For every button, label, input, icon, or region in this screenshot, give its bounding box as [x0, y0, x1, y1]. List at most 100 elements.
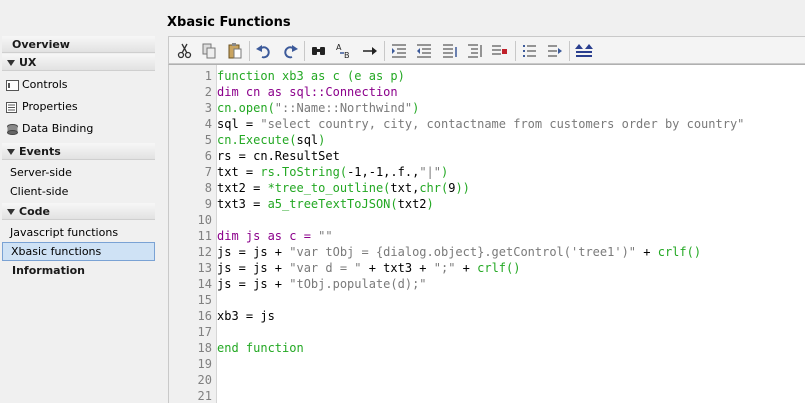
line-number: 10	[197, 213, 212, 227]
paste-icon[interactable]	[225, 41, 245, 61]
line-number: 5	[204, 133, 212, 147]
code-token: a5_treeTextToJSON(	[267, 197, 398, 211]
code-line[interactable]: dim cn as sql::Connection	[217, 84, 398, 100]
code-editor[interactable]: 1 2 3 4 5 6 7 8 9 10 11 12 13 14 15 16 17 18 19 20 21 functi…	[168, 64, 805, 403]
outdent-icon[interactable]	[414, 41, 434, 61]
line-number: 2	[204, 85, 212, 99]
code-token: js = js +	[217, 245, 290, 259]
bookmark-icon[interactable]	[489, 41, 509, 61]
code-token: ";"	[433, 261, 456, 275]
code-token: ))	[455, 181, 470, 195]
line-number: 21	[197, 389, 212, 403]
code-line[interactable]: js = js + "tObj.populate(d);"	[217, 276, 427, 292]
code-token: txt3 =	[217, 197, 268, 211]
code-line[interactable]: xb3 = js	[217, 308, 275, 324]
collapse-triangle-icon	[7, 208, 15, 215]
sidebar-item-data-binding[interactable]: Data Binding	[2, 120, 155, 138]
svg-text:B: B	[344, 51, 350, 60]
toolbar-separator	[304, 41, 305, 61]
sidebar-item-javascript-functions[interactable]: Javascript functions	[2, 224, 155, 242]
code-token: dim js as c =	[217, 229, 319, 243]
line-number: 16	[197, 309, 212, 323]
sidebar-item-label: Client-side	[10, 185, 69, 198]
cut-icon[interactable]	[175, 41, 195, 61]
sidebar-item-label: Controls	[22, 78, 68, 91]
sidebar-section-events[interactable]: Events	[2, 143, 155, 160]
sidebar-item-properties[interactable]: Properties	[2, 98, 155, 116]
code-token: )	[318, 133, 326, 147]
sidebar-section-information[interactable]: Information	[2, 262, 155, 279]
toolbar-separator	[515, 41, 516, 61]
code-token: sql	[296, 133, 319, 147]
sidebar-item-xbasic-functions[interactable]: Xbasic functions	[2, 242, 155, 261]
code-token: )	[441, 165, 449, 179]
properties-icon	[6, 101, 17, 113]
undo-icon[interactable]	[254, 41, 274, 61]
numbered-list-icon[interactable]	[545, 41, 565, 61]
replace-icon[interactable]: AB	[334, 41, 354, 61]
bullet-list-icon[interactable]	[520, 41, 540, 61]
sidebar-section-label: Events	[19, 145, 61, 158]
code-line[interactable]: txt = rs.ToString(-1,-1,.f.,"|")	[217, 164, 448, 180]
code-line[interactable]: cn.Execute(sql)	[217, 132, 325, 148]
line-number: 12	[197, 245, 212, 259]
code-token: + txt3 +	[361, 261, 434, 275]
code-line[interactable]: js = js + "var d = " + txt3 + ";" + crlf…	[217, 260, 520, 276]
line-number: 3	[204, 101, 212, 115]
line-number: 4	[204, 117, 212, 131]
code-token: +	[636, 245, 658, 259]
code-token: "::Name::Northwind"	[274, 101, 413, 115]
line-number-gutter: 1 2 3 4 5 6 7 8 9 10 11 12 13 14 15 16 17 18 19 20 21	[169, 65, 217, 403]
sidebar-section-overview[interactable]: Overview	[2, 36, 155, 53]
expand-icon[interactable]	[574, 41, 594, 61]
code-token: )	[412, 101, 420, 115]
sidebar-section-label: Information	[12, 264, 85, 277]
line-number: 11	[197, 229, 212, 243]
sidebar-section-code[interactable]: Code	[2, 203, 155, 220]
redo-icon[interactable]	[280, 41, 300, 61]
code-token: crlf()	[657, 245, 702, 259]
goto-icon[interactable]	[360, 41, 380, 61]
sidebar-item-label: Javascript functions	[10, 226, 119, 239]
code-line[interactable]: txt3 = a5_treeTextToJSON(txt2)	[217, 196, 434, 212]
code-line[interactable]: rs = cn.ResultSet	[217, 148, 340, 164]
indent-icon[interactable]	[389, 41, 409, 61]
code-line[interactable]: end function	[217, 340, 304, 356]
database-icon	[7, 123, 18, 135]
code-token: sql =	[217, 117, 261, 131]
line-number: 19	[197, 357, 212, 371]
code-line[interactable]: function xb3 as c (e as p)	[217, 68, 405, 84]
sidebar-item-controls[interactable]: Controls	[2, 76, 155, 94]
copy-icon[interactable]	[199, 41, 219, 61]
svg-text:A: A	[336, 43, 342, 52]
comment-icon[interactable]	[440, 41, 460, 61]
find-icon[interactable]	[309, 41, 329, 61]
editor-toolbar: AB	[168, 36, 805, 64]
code-line[interactable]: dim js as c = ""	[217, 228, 333, 244]
code-token: xb3 = js	[217, 309, 275, 323]
uncomment-icon[interactable]	[465, 41, 485, 61]
code-token: txt =	[217, 165, 261, 179]
line-number: 14	[197, 277, 212, 291]
toolbar-separator	[249, 41, 250, 61]
code-line[interactable]: js = js + "var tObj = {dialog.object}.ge…	[217, 244, 701, 260]
code-line[interactable]: txt2 = *tree_to_outline(txt,chr(9))	[217, 180, 470, 196]
sidebar-section-ux[interactable]: UX	[2, 54, 155, 71]
line-number: 15	[197, 293, 212, 307]
sidebar-item-label: Xbasic functions	[11, 245, 102, 258]
code-line[interactable]: sql = "select country, city, contactname…	[217, 116, 744, 132]
code-line[interactable]: cn.open("::Name::Northwind")	[217, 100, 419, 116]
line-number: 18	[197, 341, 212, 355]
code-token: cn.open(	[217, 101, 275, 115]
sidebar-item-client-side[interactable]: Client-side	[2, 183, 155, 201]
code-token: "|"	[419, 165, 441, 179]
code-token: chr(	[419, 181, 449, 195]
code-token: rs.ToString(	[260, 165, 348, 179]
code-token: txt2 =	[217, 181, 268, 195]
line-number: 7	[204, 165, 212, 179]
sidebar-item-server-side[interactable]: Server-side	[2, 164, 155, 182]
line-number: 8	[204, 181, 212, 195]
code-token: "tObj.populate(d);"	[289, 277, 427, 291]
sidebar-item-label: Properties	[22, 100, 78, 113]
sidebar-section-label: Overview	[12, 38, 70, 51]
